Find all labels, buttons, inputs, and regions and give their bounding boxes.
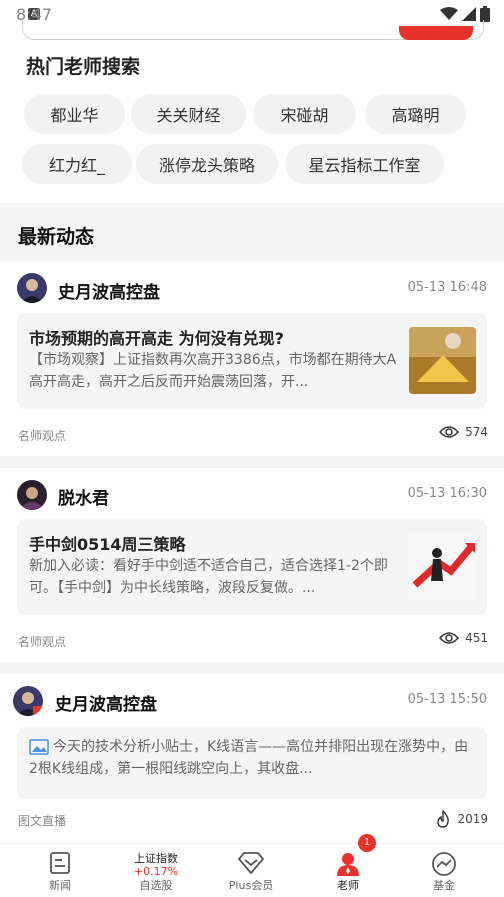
hot-chip[interactable]: 星云指标工作室 [285,144,444,184]
news-icon [50,852,70,874]
flame-icon [437,810,450,828]
feed-item[interactable]: 史月波高控盘 05-13 16:48 市场预期的高开高走 为何没有兑现? 【市场… [0,262,504,456]
hot-count-value: 2019 [457,812,488,826]
wifi-icon [440,7,458,20]
tab-label: 老师 [337,879,359,892]
tab-news[interactable]: 新闻 [12,844,108,897]
hot-chip[interactable]: 涨停龙头策略 [136,144,278,184]
teacher-badge: 1 [358,834,376,852]
article-thumbnail [409,327,476,394]
author-name[interactable]: 史月波高控盘 [55,690,157,715]
feed-item[interactable]: 脱水君 05-13 16:30 手中剑0514周三策略 新加入必读：看好手中剑适… [0,468,504,662]
signal-icon [462,7,476,21]
hot-chip[interactable]: 红力红_ [22,144,132,184]
plus-icon [237,852,265,874]
eye-icon [439,632,460,644]
eye-icon [439,426,460,438]
tab-watchlist[interactable]: 上证指数 +0.17% 自选股 [108,844,204,897]
post-time: 05-13 16:48 [407,280,487,295]
live-text-summary: 今天的技术分析小贴士，K线语言——高位并排阳出现在涨势中，由2根K线组成，第一根… [29,739,469,777]
live-text-card[interactable]: 今天的技术分析小贴士，K线语言——高位并排阳出现在涨势中，由2根K线组成，第一根… [17,727,487,799]
post-tag: 图文直播 [18,814,67,828]
hot-teacher-title: 热门老师搜索 [26,56,141,78]
post-tag: 名师观点 [18,635,67,649]
article-summary: 新加入必读：看好手中剑适不适合自己，适合选择1-2个即可。【手中剑】为中长线策略… [29,558,388,596]
post-tag: 名师观点 [18,429,67,443]
view-count: 451 [439,631,488,645]
author-name[interactable]: 脱水君 [58,484,109,509]
article-title: 市场预期的高开高走 为何没有兑现? [29,329,284,348]
hot-chip[interactable]: 关关财经 [131,94,246,134]
index-name: 上证指数 [134,852,178,865]
divider [0,662,504,674]
avatar[interactable] [17,480,47,510]
tab-label: 基金 [433,879,455,892]
fund-icon [432,852,456,876]
latest-feed-title: 最新动态 [18,226,95,248]
post-time: 05-13 16:30 [407,486,487,501]
view-count: 574 [439,425,488,439]
avatar[interactable] [17,273,47,303]
article-title: 手中剑0514周三策略 [29,535,186,554]
article-summary: 【市场观察】上证指数再次高开3386点，市场都在期待大A高开高走，高开之后反而开… [29,352,397,390]
hot-chip[interactable]: 都业华 [24,94,125,134]
author-name[interactable]: 史月波高控盘 [58,278,160,303]
article-card[interactable]: 手中剑0514周三策略 新加入必读：看好手中剑适不适合自己，适合选择1-2个即可… [17,519,487,615]
hot-chip[interactable]: 宋碰胡 [253,94,356,134]
avatar[interactable] [13,686,43,716]
search-button[interactable] [399,26,473,40]
hot-count: 2019 [435,810,488,828]
hot-chip[interactable]: 高璐明 [365,94,466,134]
tab-fund[interactable]: 基金 [396,844,492,897]
tab-label: Plus会员 [228,879,274,892]
article-card[interactable]: 市场预期的高开高走 为何没有兑现? 【市场观察】上证指数再次高开3386点，市场… [17,313,487,409]
tab-label: 自选股 [139,879,173,892]
post-time: 05-13 15:50 [407,692,487,707]
tab-label: 新闻 [49,879,71,892]
tab-plus[interactable]: Plus会员 [203,844,299,897]
bottom-tab-bar: 新闻 上证指数 +0.17% 自选股 Plus会员 老师 1 基金 [0,834,504,897]
feed-item[interactable]: 史月波高控盘 05-13 15:50 今天的技术分析小贴士，K线语言——高位并排… [0,674,504,843]
view-count-value: 574 [465,425,488,439]
search-box[interactable] [22,20,484,40]
view-count-value: 451 [465,631,488,645]
article-thumbnail [409,533,476,600]
divider [0,456,504,468]
tab-teacher[interactable]: 老师 1 [300,834,396,897]
teacher-icon [337,853,359,876]
